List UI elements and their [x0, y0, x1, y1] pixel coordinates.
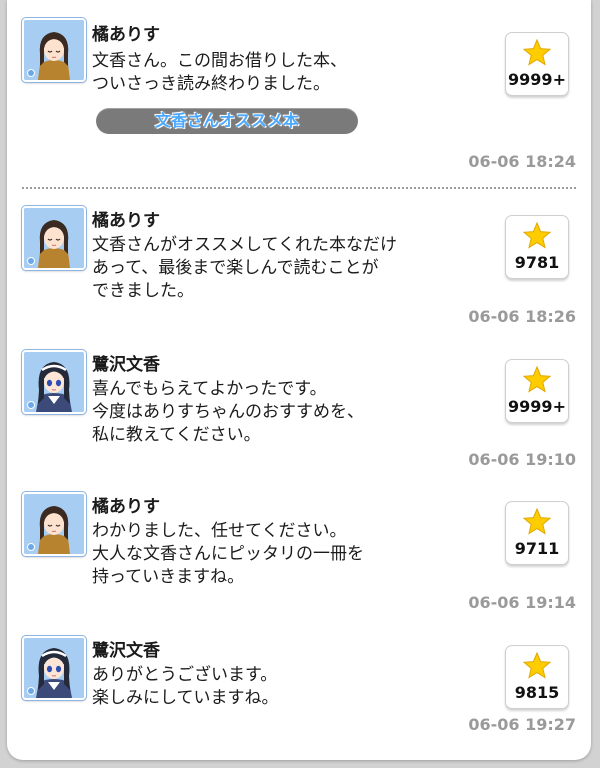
- post-author: 橘ありす: [92, 211, 160, 231]
- post-message: 文香さんがオススメしてくれた本なだけ あって、最後まで楽しんで読むことが できま…: [92, 234, 397, 303]
- fumika-avatar-icon[interactable]: [22, 636, 86, 700]
- star-icon: [523, 366, 551, 393]
- tag-label: 文香さんオススメ本: [154, 111, 299, 130]
- post-timestamp: 06-06 18:24: [468, 152, 576, 171]
- divider: [22, 187, 576, 189]
- post-timestamp: 06-06 19:10: [468, 450, 576, 469]
- like-count: 9999+: [508, 397, 566, 416]
- message-line: あって、最後まで楽しんで読むことが: [92, 258, 379, 278]
- like-count: 9999+: [508, 70, 566, 89]
- post-author: 鷺沢文香: [92, 355, 160, 375]
- message-line: 今度はありすちゃんのおすすめを、: [92, 402, 364, 422]
- like-button[interactable]: 9815: [505, 645, 569, 709]
- tag-button[interactable]: 文香さんオススメ本: [96, 108, 358, 134]
- post-message: わかりました、任せてください。 大人な文香さんにピッタリの一冊を 持っていきます…: [92, 520, 364, 589]
- fumika-avatar-icon[interactable]: [22, 350, 86, 414]
- message-line: 文香さん。この間お借りした本、: [92, 51, 347, 71]
- like-button[interactable]: 9999+: [505, 359, 569, 423]
- arisu-avatar-icon[interactable]: [22, 206, 86, 270]
- like-button[interactable]: 9999+: [505, 32, 569, 96]
- like-count: 9781: [514, 253, 560, 272]
- like-button[interactable]: 9781: [505, 215, 569, 279]
- message-line: 大人な文香さんにピッタリの一冊を: [92, 544, 364, 564]
- like-count: 9711: [514, 539, 560, 558]
- timeline-panel: 橘ありす 文香さん。この間お借りした本、 ついさっき読み終わりました。 文香さん…: [7, 0, 591, 760]
- star-icon: [523, 652, 551, 679]
- star-icon: [523, 222, 551, 249]
- message-line: できました。: [92, 281, 194, 301]
- post-timestamp: 06-06 19:14: [468, 593, 576, 612]
- message-line: わかりました、任せてください。: [92, 521, 347, 541]
- message-line: 楽しみにしていますね。: [92, 688, 279, 708]
- arisu-avatar-icon[interactable]: [22, 492, 86, 556]
- message-line: 私に教えてください。: [92, 425, 261, 445]
- message-line: ついさっき読み終わりました。: [92, 74, 330, 94]
- like-count: 9815: [514, 683, 560, 702]
- post-author: 橘ありす: [92, 25, 160, 45]
- post-author: 橘ありす: [92, 497, 160, 517]
- message-line: 文香さんがオススメしてくれた本なだけ: [92, 235, 397, 255]
- like-button[interactable]: 9711: [505, 501, 569, 565]
- star-icon: [523, 39, 551, 66]
- post-message: 喜んでもらえてよかったです。 今度はありすちゃんのおすすめを、 私に教えてくださ…: [92, 378, 364, 447]
- star-icon: [523, 508, 551, 535]
- message-line: 喜んでもらえてよかったです。: [92, 379, 327, 399]
- message-line: ありがとうございます。: [92, 665, 278, 685]
- arisu-avatar-icon[interactable]: [22, 18, 86, 82]
- message-line: 持っていきますね。: [92, 567, 245, 587]
- post-author: 鷺沢文香: [92, 641, 160, 661]
- post-timestamp: 06-06 18:26: [468, 307, 576, 326]
- post-timestamp: 06-06 19:27: [468, 715, 576, 734]
- post-message: ありがとうございます。 楽しみにしていますね。: [92, 664, 279, 710]
- post-message: 文香さん。この間お借りした本、 ついさっき読み終わりました。: [92, 50, 347, 96]
